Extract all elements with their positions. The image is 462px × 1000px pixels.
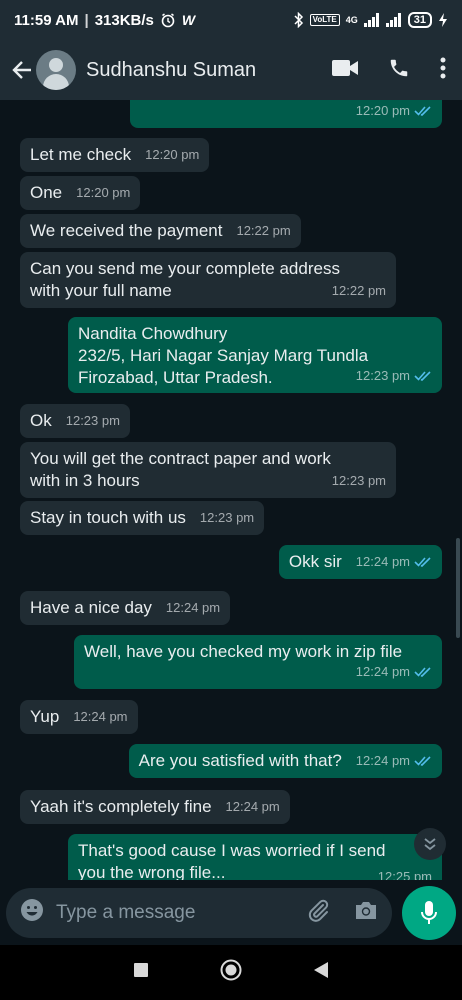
message-time: 12:22 pm bbox=[331, 283, 386, 298]
message-input-wrapper bbox=[6, 887, 392, 938]
message-incoming[interactable]: Stay in touch with us 12:23 pm bbox=[20, 501, 265, 535]
message-time: 12:24 pm bbox=[356, 750, 432, 772]
bluetooth-icon bbox=[294, 12, 304, 28]
status-time: 11:59 AM bbox=[14, 11, 79, 29]
message-incoming[interactable]: Can you send me your complete address wi… bbox=[20, 252, 396, 308]
microphone-icon bbox=[421, 900, 437, 924]
scroll-to-bottom-button[interactable] bbox=[414, 828, 446, 860]
back-button-icon[interactable] bbox=[314, 962, 328, 983]
message-time: 12:24 pm bbox=[73, 709, 128, 724]
system-navigation-bar bbox=[0, 945, 462, 1000]
message-time: 12:20 pm bbox=[145, 147, 200, 162]
message-incoming[interactable]: One 12:20 pm bbox=[20, 176, 141, 210]
message-time: 12:23 pm bbox=[331, 473, 386, 488]
message-input[interactable] bbox=[56, 901, 306, 924]
double-chevron-down-icon bbox=[424, 838, 436, 851]
read-ticks-icon bbox=[414, 371, 431, 381]
message-outgoing[interactable]: Okk sir 12:24 pm bbox=[278, 545, 442, 579]
message-time: 12:20 pm bbox=[76, 185, 131, 200]
message-composer bbox=[0, 880, 462, 945]
message-incoming[interactable]: We received the payment 12:22 pm bbox=[20, 214, 301, 248]
read-ticks-icon bbox=[414, 106, 431, 116]
battery-level: 31 bbox=[407, 12, 432, 28]
message-outgoing[interactable]: That's good cause I was worried if I sen… bbox=[68, 834, 442, 880]
read-ticks-icon bbox=[414, 557, 431, 567]
message-incoming[interactable]: You will get the contract paper and work… bbox=[20, 442, 396, 498]
message-outgoing[interactable]: Well, have you checked my work in zip fi… bbox=[74, 635, 442, 689]
back-arrow-icon[interactable] bbox=[10, 58, 34, 82]
message-incoming[interactable]: Ok 12:23 pm bbox=[20, 404, 130, 438]
message-time: 12:23 pm bbox=[199, 510, 255, 525]
attach-icon[interactable] bbox=[306, 898, 330, 927]
message-time: 12:24 pm bbox=[356, 661, 432, 683]
signal-icon-1 bbox=[363, 13, 380, 27]
message-incoming[interactable]: Yup 12:24 pm bbox=[20, 700, 138, 734]
message-incoming[interactable]: Let me check 12:20 pm bbox=[20, 138, 210, 172]
camera-icon[interactable] bbox=[354, 899, 378, 926]
chat-header: Sudhanshu Suman bbox=[0, 40, 462, 100]
status-speed: 313KB/s bbox=[94, 11, 154, 29]
read-ticks-icon bbox=[414, 667, 431, 677]
message-time: 12:22 pm bbox=[236, 223, 291, 238]
alarm-icon bbox=[160, 12, 176, 28]
scrollbar[interactable] bbox=[456, 538, 460, 638]
video-call-icon[interactable] bbox=[332, 59, 358, 82]
message-time: 12:23 pm bbox=[65, 413, 120, 428]
avatar[interactable] bbox=[36, 50, 76, 90]
message-time: 12:25 pm bbox=[377, 869, 432, 880]
message-time: 12:23 pm bbox=[356, 365, 432, 387]
chat-messages[interactable]: 12:20 pm Let me check 12:20 pm One 12:20 p… bbox=[0, 100, 462, 880]
message-time: 12:20 pm bbox=[356, 100, 432, 122]
message-outgoing[interactable]: Nandita Chowdhury 232/5, Hari Nagar Sanj… bbox=[68, 317, 442, 393]
network-type-label: 4G bbox=[345, 15, 358, 25]
message-time: 12:24 pm bbox=[356, 551, 432, 573]
message-outgoing[interactable]: Are you satisfied with that? 12:24 pm bbox=[128, 744, 442, 778]
message-time: 12:24 pm bbox=[165, 600, 221, 615]
message-outgoing[interactable]: 12:20 pm bbox=[130, 100, 442, 128]
whatsapp-notification-icon: W bbox=[181, 12, 196, 28]
message-time: 12:24 pm bbox=[225, 799, 280, 814]
read-ticks-icon bbox=[414, 756, 431, 766]
voice-record-button[interactable] bbox=[402, 885, 456, 940]
more-options-icon[interactable] bbox=[440, 57, 446, 84]
volte-icon: VoLTE bbox=[309, 14, 340, 26]
recents-button-icon[interactable] bbox=[134, 963, 148, 982]
message-incoming[interactable]: Yaah it's completely fine 12:24 pm bbox=[20, 790, 290, 824]
message-incoming[interactable]: Have a nice day 12:24 pm bbox=[20, 591, 231, 625]
status-bar: 11:59 AM | 313KB/s W VoLTE 4G 31 bbox=[0, 0, 462, 40]
signal-icon-2 bbox=[385, 13, 402, 27]
charging-icon bbox=[438, 13, 448, 27]
contact-name[interactable]: Sudhanshu Suman bbox=[86, 59, 256, 82]
emoji-icon[interactable] bbox=[20, 898, 44, 927]
home-button-icon[interactable] bbox=[220, 959, 242, 986]
voice-call-icon[interactable] bbox=[388, 57, 410, 84]
